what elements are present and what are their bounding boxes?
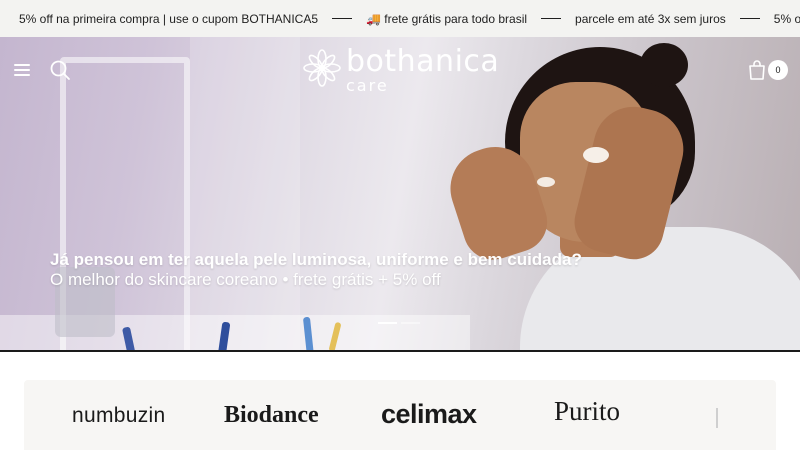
announcement-item: parcele em até 3x sem juros bbox=[575, 11, 726, 26]
brand-logo-partial[interactable] bbox=[716, 408, 726, 428]
cart-button[interactable] bbox=[747, 59, 767, 81]
brand-logo-numbuzin[interactable]: numbuzin bbox=[72, 404, 165, 428]
announcement-divider bbox=[541, 18, 562, 19]
hero-title: Já pensou em ter aquela pele luminosa, u… bbox=[50, 250, 582, 269]
slider-dot-1[interactable] bbox=[378, 322, 397, 324]
cart-count-badge[interactable]: 0 bbox=[768, 60, 788, 80]
brand-logo-biodance[interactable]: Biodance bbox=[224, 402, 319, 429]
announcement-item: 5% off na primeira compra | use o cupom … bbox=[773, 11, 800, 26]
brand-logo-purito[interactable]: Purito bbox=[554, 396, 620, 427]
search-button[interactable] bbox=[49, 59, 71, 81]
hero-cream-dot bbox=[537, 177, 555, 187]
brands-section: numbuzin Biodance celimax Purito bbox=[0, 352, 800, 450]
announcement-item: 🚚 frete grátis para todo brasil bbox=[366, 11, 528, 26]
hero-cream-dot bbox=[583, 147, 609, 163]
site-header: bothanica care 0 bbox=[0, 37, 800, 103]
menu-icon bbox=[14, 64, 30, 66]
announcement-item: 5% off na primeira compra | use o cupom … bbox=[19, 11, 319, 26]
slider-dot-2[interactable] bbox=[401, 322, 420, 324]
logo-tagline: care bbox=[346, 76, 389, 95]
hero-subtitle: O melhor do skincare coreano • frete grá… bbox=[50, 270, 441, 289]
brand-logo-celimax[interactable]: celimax bbox=[381, 399, 477, 430]
announcement-divider bbox=[332, 18, 353, 19]
menu-icon-bar bbox=[14, 69, 30, 71]
announcement-bar: 5% off na primeira compra | use o cupom … bbox=[0, 0, 800, 37]
slider-pagination bbox=[378, 322, 420, 324]
menu-icon-bar bbox=[14, 74, 30, 76]
announcement-divider bbox=[739, 18, 760, 19]
bag-icon bbox=[749, 60, 765, 80]
search-icon bbox=[50, 60, 70, 80]
announcement-track: 5% off na primeira compra | use o cupom … bbox=[0, 12, 800, 26]
menu-button[interactable] bbox=[14, 64, 30, 76]
logo[interactable]: bothanica care bbox=[302, 44, 502, 95]
lotus-logo-icon bbox=[303, 49, 341, 87]
logo-wordmark: bothanica bbox=[346, 44, 500, 79]
